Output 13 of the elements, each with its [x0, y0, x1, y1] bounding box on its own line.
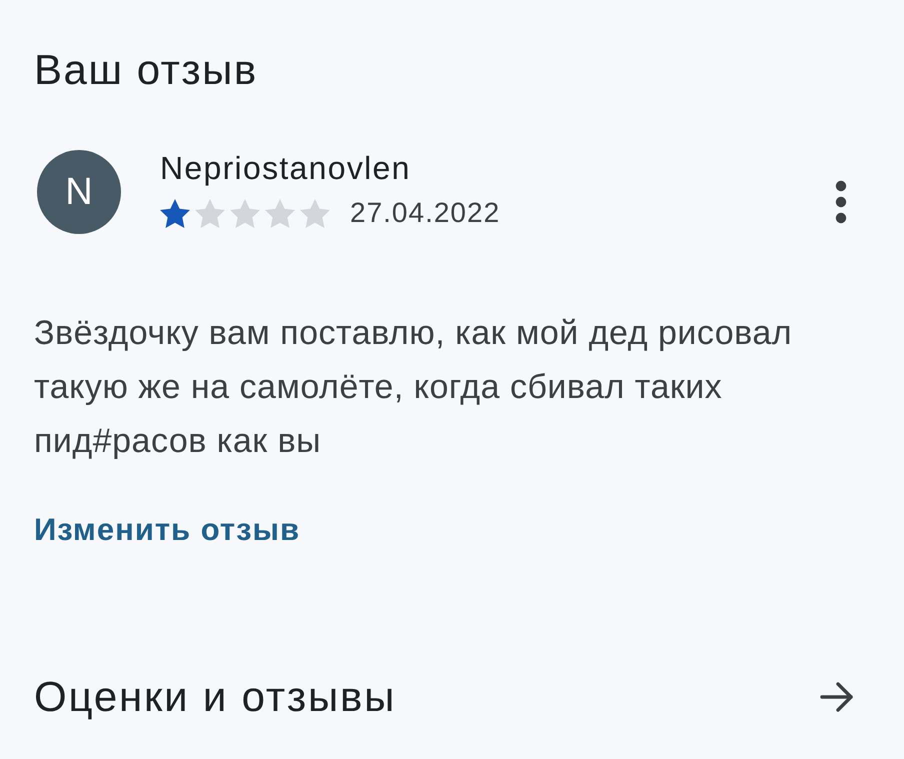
edit-review-link[interactable]: Изменить отзыв: [34, 510, 300, 550]
avatar: N: [37, 150, 121, 234]
review-text: Звёздочку вам поставлю, как мой дед рисовал такую же на самолёте, когда сбивал таких пид#расов как вы: [34, 313, 794, 462]
more-options-icon[interactable]: [834, 180, 848, 224]
section-title[interactable]: Оценки и отзывы: [34, 671, 396, 723]
star-icon: [300, 198, 330, 228]
star-icon: [265, 198, 295, 228]
star-icon: [160, 198, 190, 228]
section-title: Ваш отзыв: [34, 45, 258, 95]
star-icon: [195, 198, 225, 228]
review-date: 27.04.2022: [350, 196, 500, 230]
reviewer-name: Nepriostanovlen: [160, 150, 411, 186]
star-icon: [230, 198, 260, 228]
